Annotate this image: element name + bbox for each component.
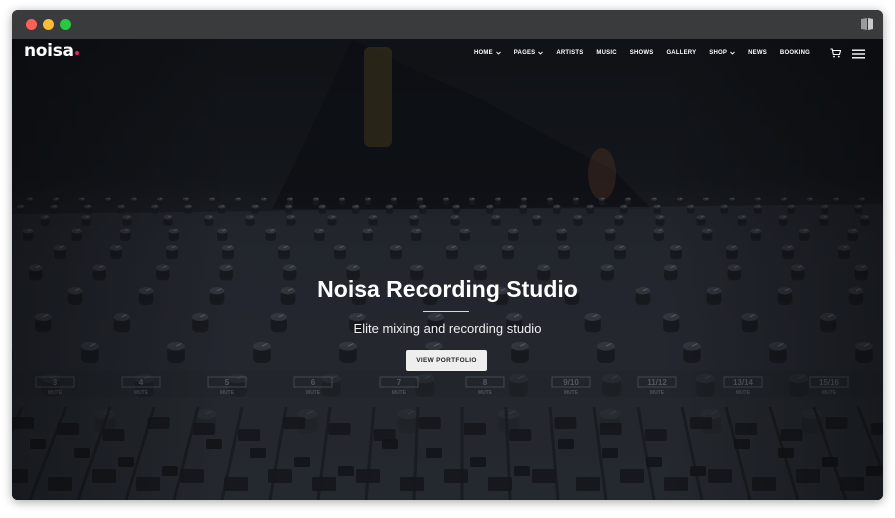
maximize-window-button[interactable] [60,19,71,30]
window-titlebar [12,10,883,39]
hero-subtitle: Elite mixing and recording studio [353,321,542,336]
view-portfolio-button[interactable]: VIEW PORTFOLIO [406,350,487,371]
hero-section: Noisa Recording Studio Elite mixing and … [12,39,883,500]
browser-window: 3MUTE4MUTE5MUTE6MUTE7MUTE8MUTE9/10MUTE11… [12,10,883,500]
page-viewport: 3MUTE4MUTE5MUTE6MUTE7MUTE8MUTE9/10MUTE11… [12,39,883,500]
app-logo-icon [861,18,873,30]
hero-title: Noisa Recording Studio [317,276,578,302]
close-window-button[interactable] [26,19,37,30]
minimize-window-button[interactable] [43,19,54,30]
hero-divider [423,311,469,312]
